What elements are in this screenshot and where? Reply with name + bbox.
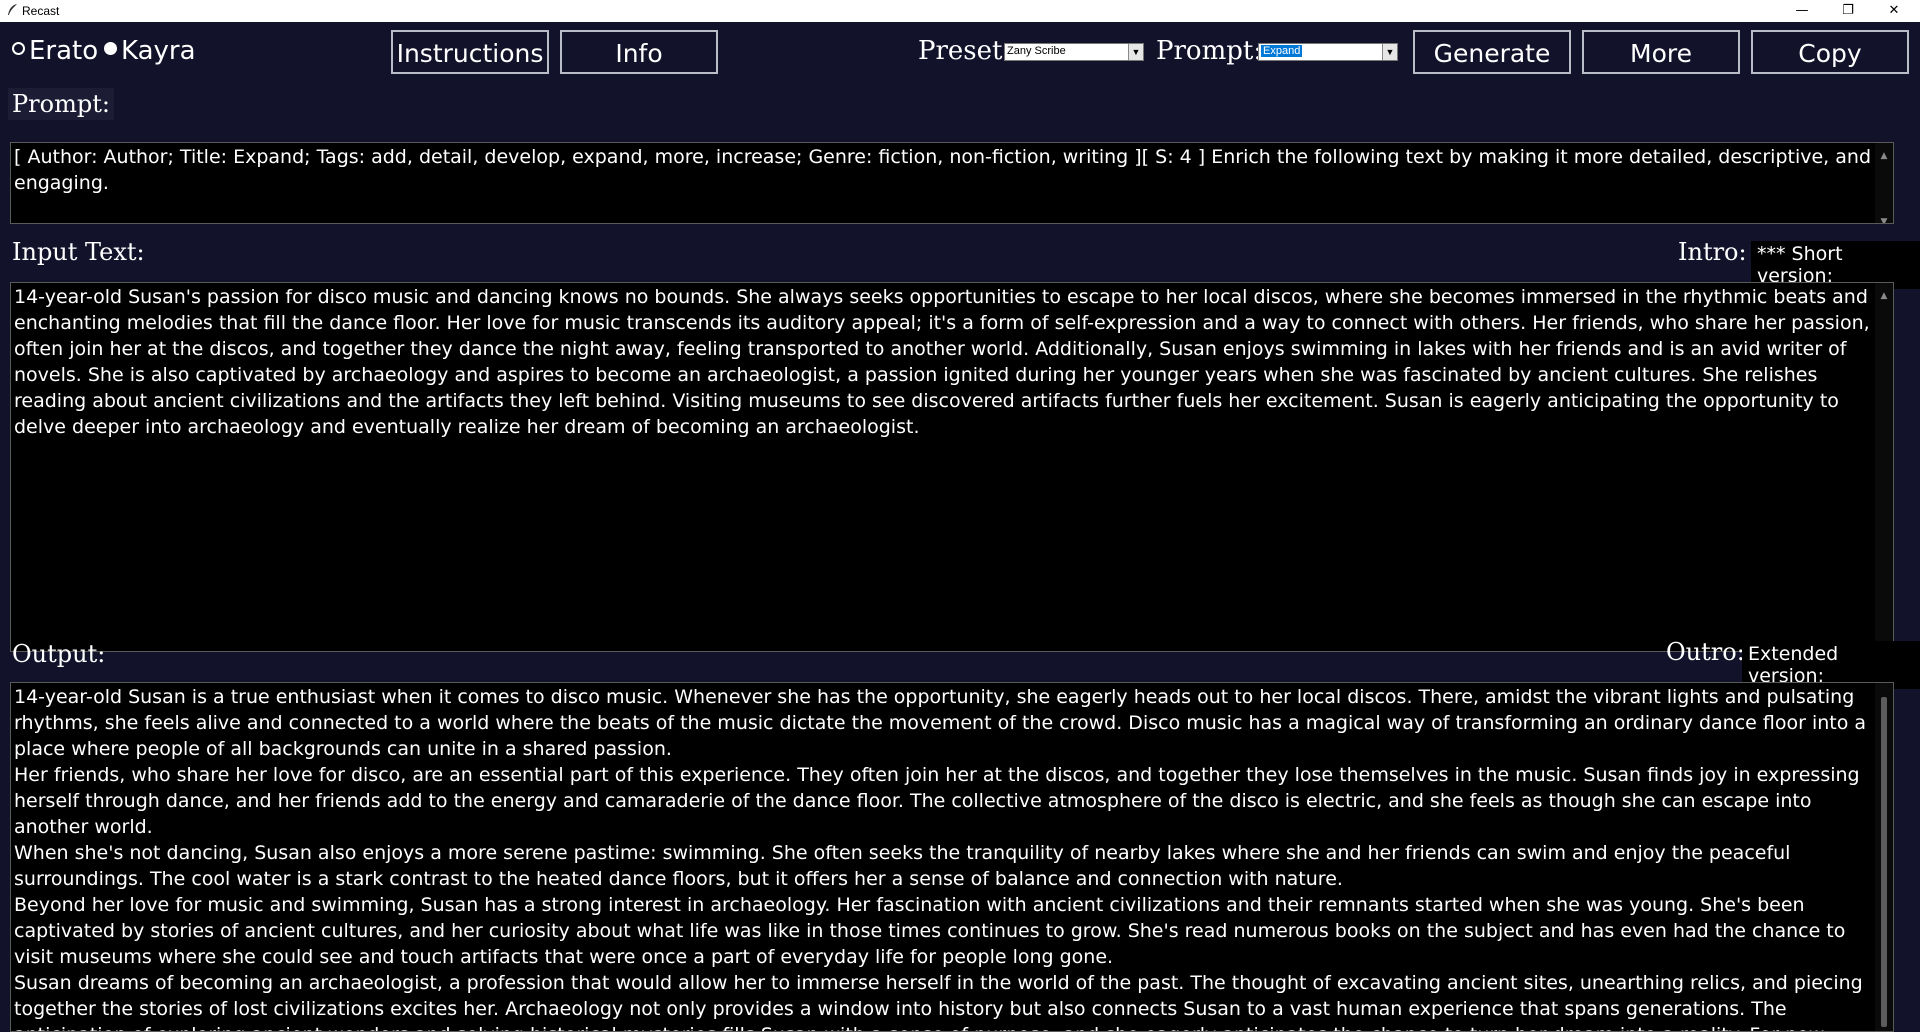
close-icon[interactable]: ✕ bbox=[1872, 0, 1916, 22]
radio-erato[interactable]: Erato bbox=[12, 36, 98, 66]
prompt-textarea[interactable]: [ Author: Author; Title: Expand; Tags: a… bbox=[10, 142, 1894, 224]
radio-selected-icon bbox=[104, 42, 117, 55]
preset-label: Preset: bbox=[918, 36, 1012, 66]
output-paragraph: Beyond her love for music and swimming, … bbox=[14, 894, 1846, 968]
quill-icon bbox=[8, 4, 17, 15]
chevron-down-icon[interactable]: ▼ bbox=[1128, 44, 1143, 60]
output-paragraph: 14-year-old Susan is a true enthusiast w… bbox=[14, 686, 1867, 760]
copy-button[interactable]: Copy bbox=[1751, 30, 1909, 74]
preset-select[interactable]: Zany Scribe ▼ bbox=[1004, 43, 1144, 61]
minimize-icon[interactable]: — bbox=[1780, 0, 1824, 22]
more-button[interactable]: More bbox=[1582, 30, 1740, 74]
prompt-scrollbar[interactable]: ▲ ▼ bbox=[1875, 143, 1893, 223]
input-textarea[interactable]: 14-year-old Susan's passion for disco mu… bbox=[10, 282, 1894, 652]
scrollbar-thumb[interactable] bbox=[1881, 697, 1887, 1027]
instructions-button[interactable]: Instructions bbox=[391, 30, 549, 74]
window-titlebar: Recast — ❐ ✕ bbox=[0, 0, 1920, 22]
intro-label: Intro: bbox=[1678, 238, 1747, 266]
preset-value: Zany Scribe bbox=[1007, 45, 1066, 57]
input-section-label: Input Text: bbox=[12, 238, 145, 266]
prompt-text: [ Author: Author; Title: Expand; Tags: a… bbox=[14, 146, 1871, 194]
output-textarea[interactable]: 14-year-old Susan is a true enthusiast w… bbox=[10, 682, 1894, 1032]
app-window: Erato Kayra Instructions Info Preset: Za… bbox=[0, 22, 1920, 1032]
output-paragraph: When she's not dancing, Susan also enjoy… bbox=[14, 842, 1791, 890]
input-text: 14-year-old Susan's passion for disco mu… bbox=[14, 286, 1870, 438]
prompt-select[interactable]: Expand ▼ bbox=[1258, 43, 1398, 61]
generate-button[interactable]: Generate bbox=[1413, 30, 1571, 74]
info-button[interactable]: Info bbox=[560, 30, 718, 74]
scroll-up-icon[interactable]: ▲ bbox=[1875, 283, 1893, 301]
prompt-section-label: Prompt: bbox=[8, 88, 114, 120]
prompt-select-label: Prompt: bbox=[1156, 36, 1263, 66]
input-scrollbar[interactable]: ▲ ▼ bbox=[1875, 283, 1893, 651]
prompt-select-value: Expand bbox=[1261, 45, 1303, 57]
radio-erato-label: Erato bbox=[29, 36, 99, 66]
output-section-label: Output: bbox=[12, 640, 106, 668]
radio-unselected-icon bbox=[12, 42, 25, 55]
radio-kayra-label: Kayra bbox=[121, 36, 196, 66]
restore-icon[interactable]: ❐ bbox=[1826, 0, 1870, 22]
output-scrollbar[interactable] bbox=[1875, 683, 1893, 1031]
scroll-up-icon[interactable]: ▲ bbox=[1875, 143, 1893, 161]
scroll-down-icon[interactable]: ▼ bbox=[1875, 209, 1893, 223]
radio-kayra[interactable]: Kayra bbox=[104, 36, 196, 66]
output-paragraph: Her friends, who share her love for disc… bbox=[14, 764, 1860, 838]
window-title: Recast bbox=[22, 4, 60, 18]
chevron-down-icon[interactable]: ▼ bbox=[1382, 44, 1397, 60]
outro-label: Outro: bbox=[1666, 638, 1745, 666]
toolbar: Erato Kayra Instructions Info Preset: Za… bbox=[0, 22, 1920, 80]
output-paragraph: Susan dreams of becoming an archaeologis… bbox=[14, 972, 1863, 1031]
